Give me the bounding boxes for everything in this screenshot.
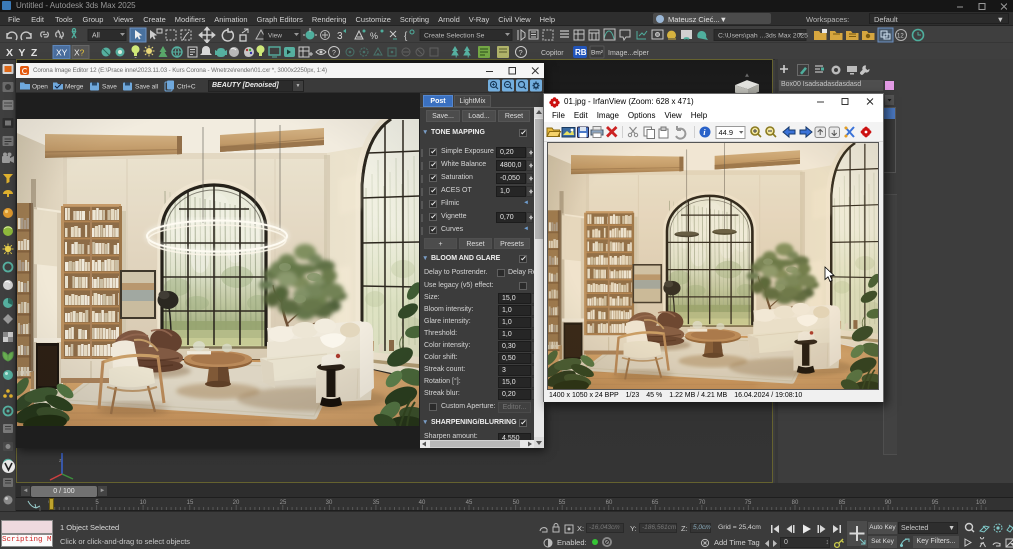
svg-text:XY: XY [56, 48, 68, 58]
svg-text:RB: RB [575, 48, 587, 57]
svg-text:Save: Save [102, 84, 117, 91]
svg-text:X Y Z: X Y Z [6, 47, 38, 59]
svg-text:C:\Users\pah ...3ds Max 2025: C:\Users\pah ...3ds Max 2025 [718, 33, 808, 40]
svg-text:Merge: Merge [65, 84, 84, 91]
svg-text:?: ? [332, 50, 336, 57]
svg-text:Create Selection Se: Create Selection Se [424, 33, 485, 40]
svg-text:%: % [370, 31, 378, 41]
svg-text:Image...elper: Image...elper [608, 50, 650, 57]
svg-text:View: View [268, 33, 282, 40]
svg-text:12: 12 [897, 34, 904, 40]
svg-text:X?: X? [74, 48, 85, 58]
svg-text:?: ? [519, 48, 523, 57]
svg-text:All: All [92, 33, 100, 40]
svg-text:44.9: 44.9 [719, 128, 734, 137]
svg-text:Bm²: Bm² [591, 50, 604, 57]
svg-text:Open: Open [32, 84, 48, 91]
svg-text:3: 3 [337, 31, 343, 42]
svg-text:{: { [404, 31, 408, 42]
svg-text:Ctrl+C: Ctrl+C [177, 84, 196, 91]
svg-text:Copitor: Copitor [541, 50, 564, 57]
svg-text:Save all: Save all [135, 84, 159, 91]
